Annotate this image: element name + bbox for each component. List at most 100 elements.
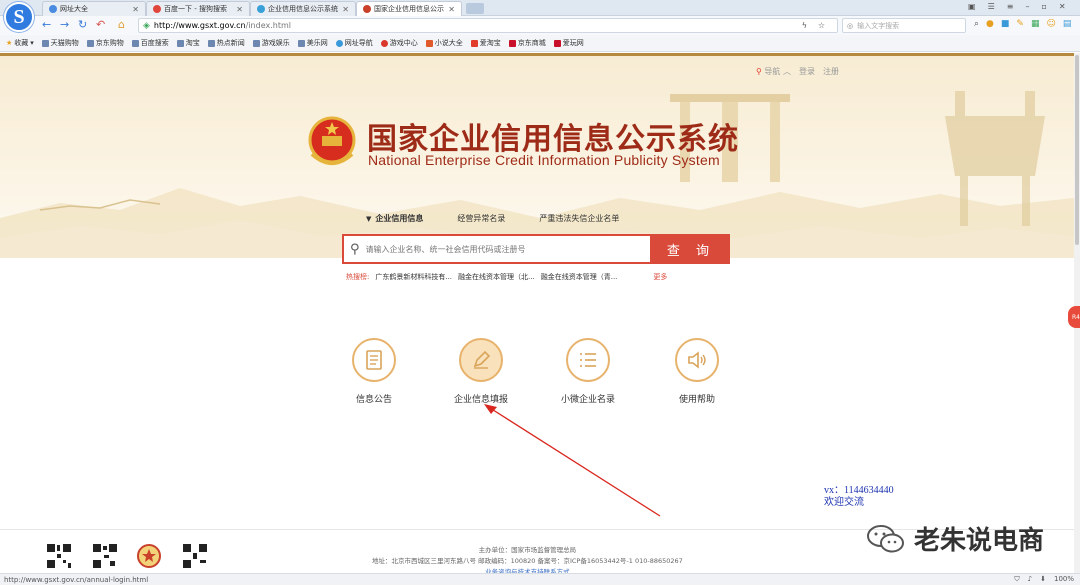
- globe-icon: [49, 5, 57, 13]
- new-tab-button[interactable]: [466, 3, 484, 14]
- browser-search-input[interactable]: ◎ 输入文字搜索: [842, 18, 966, 33]
- sound-icon[interactable]: ♪: [1028, 575, 1032, 584]
- window-controls: ▣ ☰ ≡ – ▫ ✕: [968, 2, 1066, 11]
- close-icon[interactable]: ✕: [448, 5, 455, 14]
- close-icon[interactable]: ✕: [342, 5, 349, 14]
- contact-overlay: vx：1144634440 欢迎交流: [824, 485, 894, 509]
- enterprise-search-input[interactable]: [365, 244, 636, 254]
- more-link[interactable]: 更多: [653, 272, 667, 282]
- key-icon[interactable]: ✎: [1016, 19, 1024, 29]
- status-url: http://www.gsxt.gov.cn/annual-login.html: [4, 575, 149, 584]
- nav-link[interactable]: ⚲ 导航 ︿: [756, 66, 791, 77]
- star-icon[interactable]: ☆: [818, 21, 825, 30]
- register-link[interactable]: 注册: [823, 66, 839, 77]
- back-icon[interactable]: ←: [42, 18, 51, 31]
- bookmark-item[interactable]: 爱玩网: [553, 38, 584, 48]
- search-engine-icon: ◎: [847, 21, 854, 30]
- tab-title: 国家企业信用信息公示系: [374, 5, 445, 13]
- lightning-icon[interactable]: ϟ: [802, 21, 807, 30]
- tab-title: 网址大全: [60, 5, 88, 13]
- address-bar[interactable]: ◈ http://www.gsxt.gov.cn /index.html ϟ ☆: [138, 18, 838, 33]
- sogou-browser-logo[interactable]: S: [4, 2, 34, 32]
- bookmark-item[interactable]: 网址导航: [335, 38, 373, 48]
- tab-3[interactable]: 企业信用信息公示系统 ✕: [250, 1, 356, 16]
- hot-search-item[interactable]: 融金在线资本管理（青...: [541, 272, 618, 282]
- ding-vessel-illustration: [945, 91, 1045, 226]
- enterprise-search-box: ⚲: [342, 234, 652, 264]
- bookmark-item[interactable]: 天猫购物: [41, 38, 79, 48]
- side-floating-badge[interactable]: R4: [1068, 306, 1080, 328]
- globe-icon: [335, 39, 343, 47]
- feature-help[interactable]: 使用帮助: [652, 338, 742, 405]
- tab-4-active[interactable]: 国家企业信用信息公示系 ✕: [356, 1, 462, 16]
- forward-icon[interactable]: →: [60, 18, 69, 31]
- tab-enterprise-credit[interactable]: ▼ 企业信用信息: [366, 213, 423, 224]
- smile-icon[interactable]: ☺: [1046, 19, 1055, 29]
- scrollbar-thumb[interactable]: [1075, 55, 1079, 245]
- tab-1[interactable]: 网址大全 ✕: [42, 1, 146, 16]
- feature-small-enterprise-list[interactable]: 小微企业名录: [543, 338, 633, 405]
- page-icon: [131, 39, 139, 47]
- tab-title: 企业信用信息公示系统: [268, 5, 338, 13]
- document-icon: [352, 338, 396, 382]
- police-badge-icon: [137, 544, 161, 568]
- watermark-text: 老朱说电商: [914, 526, 1045, 556]
- bookmark-item[interactable]: 热点新闻: [207, 38, 245, 48]
- refresh-icon[interactable]: ↻: [78, 18, 87, 31]
- bookmark-item[interactable]: 美乐网: [297, 38, 328, 48]
- magnifier-icon[interactable]: ⌕: [974, 19, 979, 29]
- tab-list-icon[interactable]: ▣: [968, 2, 976, 11]
- download-icon[interactable]: ⬇: [1040, 575, 1046, 584]
- user-icon[interactable]: ●: [986, 19, 994, 29]
- zoom-level[interactable]: 100%: [1054, 575, 1074, 584]
- search-icon: ⚲: [350, 241, 360, 257]
- search-category-tabs: ▼ 企业信用信息 经营异常名录 严重违法失信企业名单: [366, 213, 619, 224]
- skin-icon[interactable]: ☰: [988, 2, 995, 11]
- top-links: ⚲ 导航 ︿ 登录 注册: [756, 66, 839, 77]
- game-icon: [553, 39, 561, 47]
- bookmark-item[interactable]: 京东购物: [86, 38, 124, 48]
- menu-icon[interactable]: ≡: [1007, 2, 1014, 11]
- bookmark-item[interactable]: 爱淘宝: [470, 38, 501, 48]
- feature-info-notice[interactable]: 信息公告: [329, 338, 419, 405]
- tab-blacklist[interactable]: 严重违法失信企业名单: [539, 213, 619, 224]
- bookmark-item[interactable]: 游戏中心: [380, 38, 418, 48]
- bookmark-favorites[interactable]: ★ 收藏 ▾: [6, 38, 34, 48]
- undo-icon[interactable]: ↶: [96, 18, 105, 31]
- shield-icon[interactable]: ⛉: [1014, 575, 1019, 584]
- bookmark-item[interactable]: 游戏娱乐: [252, 38, 290, 48]
- close-icon[interactable]: ✕: [236, 5, 243, 14]
- tab-2[interactable]: 百度一下 - 搜狗搜索 ✕: [146, 1, 250, 16]
- bookmark-item[interactable]: 小说大全: [425, 38, 463, 48]
- taobao-icon: [470, 39, 478, 47]
- hot-search-item[interactable]: 融金在线资本管理（北...: [458, 272, 535, 282]
- site-icon: [363, 5, 371, 13]
- pen-icon: [459, 338, 503, 382]
- star-icon: ★: [6, 39, 13, 47]
- url-path: /index.html: [245, 21, 291, 30]
- home-icon[interactable]: ⌂: [118, 18, 125, 31]
- national-emblem-icon: [308, 116, 356, 165]
- search-button[interactable]: 查 询: [652, 234, 730, 264]
- game-icon: [380, 39, 388, 47]
- wechat-id: vx：1144634440: [824, 485, 894, 496]
- search-placeholder: 输入文字搜索: [857, 21, 900, 30]
- maximize-icon[interactable]: ▫: [1041, 2, 1046, 11]
- qr-code-icon: [92, 543, 118, 569]
- apps-icon[interactable]: ▤: [1063, 19, 1072, 29]
- login-link[interactable]: 登录: [799, 66, 815, 77]
- bookmark-item[interactable]: 淘宝: [176, 38, 200, 48]
- bookmark-item[interactable]: 百度搜索: [131, 38, 169, 48]
- close-icon[interactable]: ✕: [132, 5, 139, 14]
- extension-icon[interactable]: ■: [1001, 19, 1010, 29]
- hot-search-item[interactable]: 广东鹤景新材料科技有...: [375, 272, 452, 282]
- location-pin-icon: ⚲: [756, 67, 762, 76]
- window-close-icon[interactable]: ✕: [1059, 2, 1066, 11]
- tab-abnormal-list[interactable]: 经营异常名录: [457, 213, 505, 224]
- grid-icon[interactable]: ▦: [1031, 19, 1040, 29]
- bookmark-item[interactable]: 京东商城: [508, 38, 546, 48]
- minimize-icon[interactable]: –: [1025, 2, 1029, 11]
- page-icon: [252, 39, 260, 47]
- feature-info-filing[interactable]: 企业信息填报: [436, 338, 526, 405]
- qr-code-icon: [46, 543, 72, 569]
